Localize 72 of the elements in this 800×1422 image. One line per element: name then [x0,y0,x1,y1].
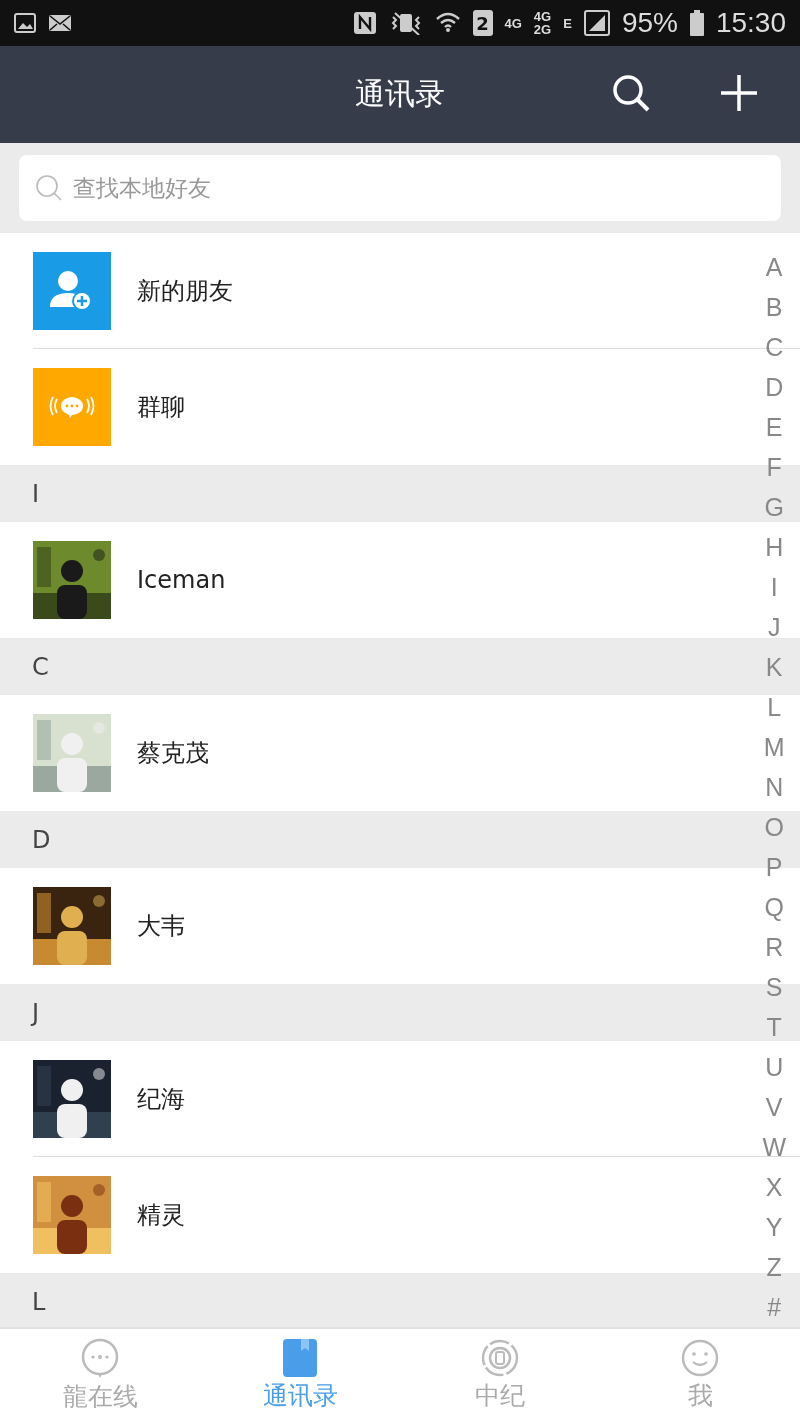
page-title: 通讯录 [355,75,445,113]
index-letter[interactable]: L [767,687,782,727]
index-letter[interactable]: U [765,1047,784,1087]
mail-icon [48,14,72,32]
index-letter[interactable]: T [766,1007,782,1047]
section-letter: L [32,1287,46,1316]
smiley-icon [681,1339,719,1377]
coin-icon [481,1339,519,1377]
group-chat-icon [33,368,111,446]
search-placeholder: 查找本地好友 [73,173,211,203]
nav-tab[interactable]: 通讯录 [200,1329,400,1422]
index-letter[interactable]: F [766,447,782,487]
index-letter[interactable]: I [770,567,778,607]
image-icon [14,13,36,33]
chat-bubble-icon [80,1338,120,1378]
add-friend-icon [33,252,111,330]
index-letter[interactable]: M [763,727,785,767]
section-letter: C [32,652,49,681]
network-label: 2G [533,23,552,36]
contact-name: Iceman [137,566,226,594]
tab-label: 中纪 [475,1380,525,1412]
nav-tab[interactable]: 中纪 [400,1329,600,1422]
index-letter[interactable]: A [765,247,783,287]
index-letter[interactable]: B [765,287,783,327]
index-letter[interactable]: G [764,487,784,527]
index-letter[interactable]: Q [764,887,784,927]
tab-label: 我 [687,1380,713,1412]
battery-icon [689,10,704,36]
index-letter[interactable]: D [765,367,784,407]
index-letter[interactable]: J [767,607,781,647]
contact-name: 纪海 [137,1084,185,1115]
battery-percent: 95% [621,7,678,39]
index-letter[interactable]: R [765,927,784,967]
contact-name: 蔡克茂 [137,738,209,769]
nav-tab[interactable]: 龍在线 [0,1329,200,1422]
contact-name: 大韦 [137,911,185,942]
entry-label: 群聊 [137,392,185,423]
index-letter[interactable]: O [764,807,784,847]
tab-label: 通讯录 [262,1380,338,1412]
search-icon [35,174,63,202]
sim-badge: 2 [472,10,493,36]
index-letter[interactable]: S [765,967,783,1007]
network-label: 4G [533,10,552,23]
index-letter[interactable]: V [765,1087,783,1127]
wifi-icon [434,11,461,35]
tab-label: 龍在线 [62,1381,138,1413]
search-icon[interactable] [612,74,650,112]
index-letter[interactable]: W [762,1127,786,1167]
network-label: E [563,16,572,30]
section-letter: D [32,825,51,854]
index-letter[interactable]: # [767,1287,782,1327]
signal-icon [583,10,610,36]
index-letter[interactable]: Z [766,1247,782,1287]
section-letter: I [32,479,40,508]
network-label: 4G [504,16,522,30]
index-letter[interactable]: X [765,1167,783,1207]
book-icon [283,1339,317,1377]
search-field[interactable]: 查找本地好友 [19,155,781,221]
index-letter[interactable]: N [765,767,784,807]
clock: 15:30 [715,7,786,39]
section-letter: J [32,998,40,1027]
nav-tab[interactable]: 我 [600,1329,800,1422]
entry-label: 新的朋友 [137,276,233,307]
add-icon[interactable] [720,74,758,112]
contact-name: 精灵 [137,1200,185,1231]
index-letter[interactable]: Y [765,1207,783,1247]
index-letter[interactable]: K [765,647,783,687]
index-letter[interactable]: P [765,847,783,887]
index-letter[interactable]: H [765,527,784,567]
index-letter[interactable]: C [765,327,784,367]
index-letter[interactable]: E [765,407,783,447]
nfc-icon [352,11,377,35]
